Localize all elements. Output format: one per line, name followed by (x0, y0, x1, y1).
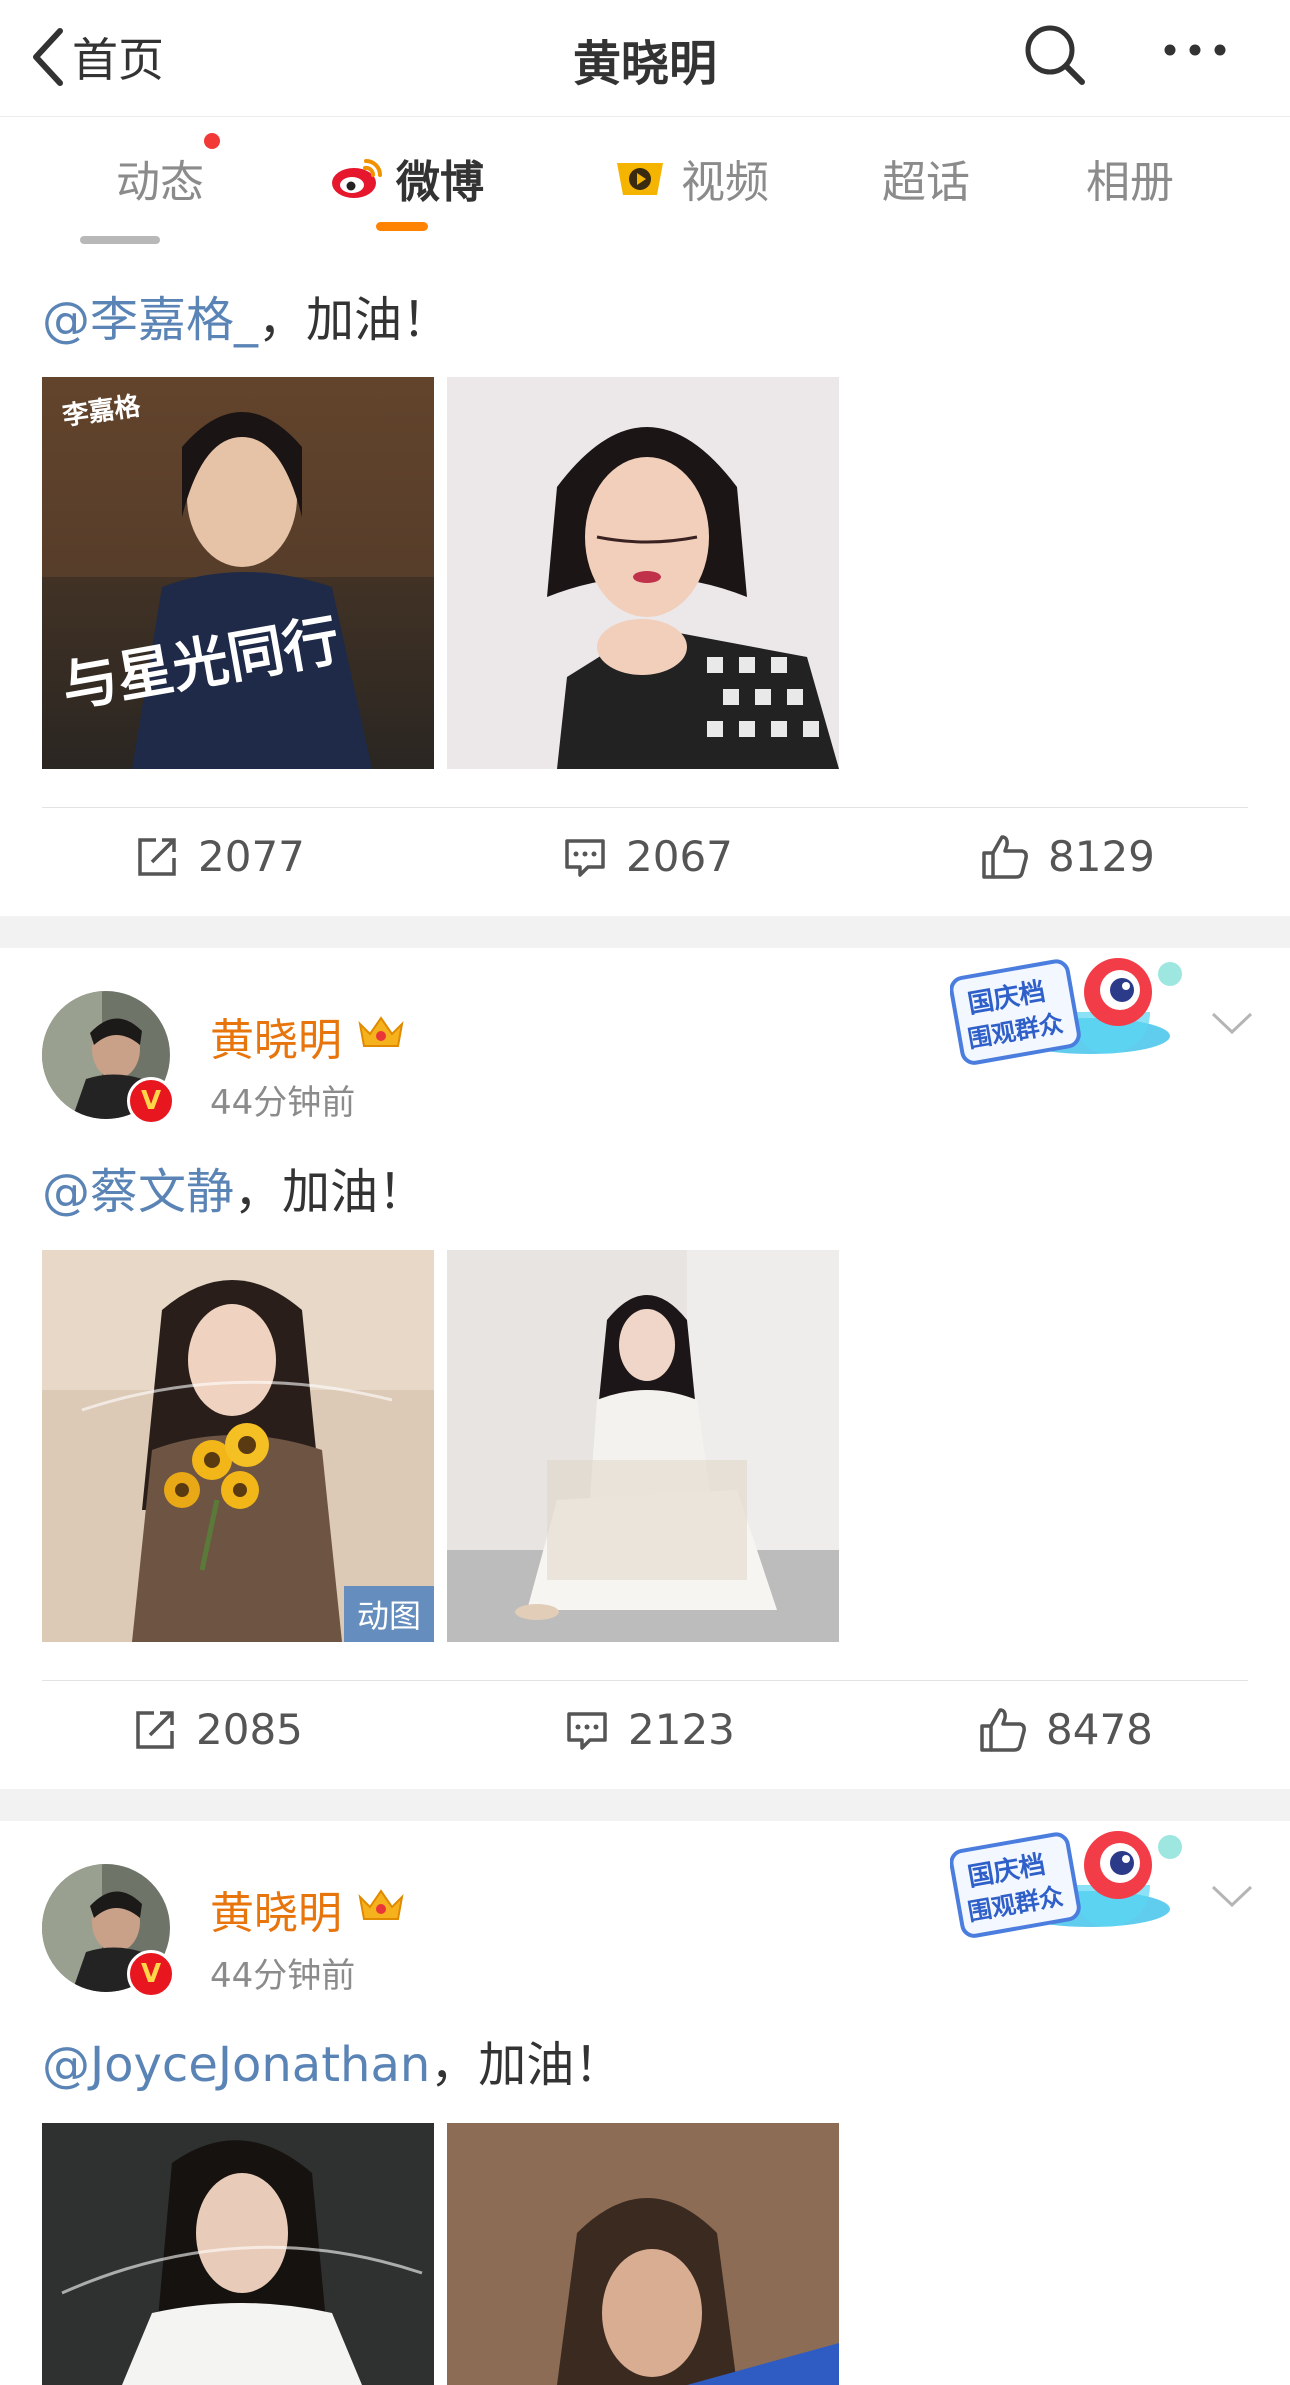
post-image[interactable]: 动图 (42, 1250, 434, 1642)
mention-link[interactable]: @李嘉格_ (42, 292, 258, 348)
avatar-edge (80, 236, 160, 244)
repost-count: 2077 (198, 832, 305, 881)
tab-label: 动态 (116, 157, 204, 208)
crown-icon (358, 1889, 404, 1920)
tab-super-topic[interactable]: 超话 (846, 117, 1006, 239)
tab-dynamic[interactable]: 动态 (80, 117, 240, 239)
repost-button[interactable]: 2077 (134, 832, 305, 881)
mention-link[interactable]: @蔡文静 (42, 1164, 234, 1220)
back-button[interactable]: 首页 (30, 22, 164, 92)
thumbs-up-icon (982, 834, 1028, 879)
post-image[interactable] (447, 1250, 839, 1642)
post-image[interactable]: 李嘉格 与星光同行 (42, 377, 434, 769)
more-icon (1164, 44, 1226, 56)
comment-icon (567, 1711, 607, 1750)
gif-badge: 动图 (344, 1586, 434, 1642)
post-text-content: ，加油！ (234, 1164, 427, 1220)
repost-count: 2085 (196, 1705, 303, 1754)
verified-badge: V (127, 1950, 175, 1998)
active-tab-indicator (376, 222, 428, 231)
comment-button[interactable]: 2067 (562, 832, 733, 881)
like-count: 8478 (1046, 1705, 1153, 1754)
tab-weibo[interactable]: 微博 (316, 117, 496, 239)
chevron-left-icon (33, 28, 63, 86)
chevron-down-icon[interactable] (1209, 1881, 1255, 1911)
post-text-content: ，加油！ (430, 2037, 623, 2093)
tab-label: 超话 (882, 157, 970, 208)
chevron-down-icon[interactable] (1209, 1008, 1255, 1038)
post-text: @JoyceJonathan，加油！ (42, 2025, 622, 2095)
like-button[interactable]: 8129 (980, 832, 1155, 881)
feed-gap (0, 916, 1290, 948)
verified-badge: V (127, 1077, 175, 1125)
notification-dot (204, 133, 220, 149)
back-label: 首页 (72, 33, 164, 87)
top-navigation-bar: 首页 黄晓明 (0, 0, 1290, 117)
post-text: @李嘉格_，加油！ (42, 280, 450, 350)
video-icon (617, 163, 663, 195)
repost-icon (136, 1710, 174, 1749)
username[interactable]: 黄晓明 (210, 1877, 342, 1941)
post-image[interactable] (447, 2123, 839, 2385)
username[interactable]: 黄晓明 (210, 1004, 342, 1068)
tab-label: 相册 (1086, 157, 1174, 208)
repost-button[interactable]: 2085 (132, 1705, 303, 1754)
comment-count: 2067 (626, 832, 733, 881)
mention-link[interactable]: @JoyceJonathan (42, 2037, 430, 2093)
post-image[interactable] (447, 377, 839, 769)
like-count: 8129 (1048, 832, 1155, 881)
weibo-icon (332, 159, 382, 198)
festival-sticker[interactable]: 国庆档 围观群众 (949, 1825, 1200, 1945)
comment-count: 2123 (628, 1705, 735, 1754)
divider (42, 1680, 1248, 1681)
tab-label: 微博 (396, 157, 484, 208)
comment-button[interactable]: 2123 (564, 1705, 735, 1754)
post-text-content: ，加油！ (258, 292, 451, 348)
divider (42, 807, 1248, 808)
post-time: 44分钟前 (210, 1083, 356, 1123)
tab-album[interactable]: 相册 (1050, 117, 1210, 239)
like-button[interactable]: 8478 (978, 1705, 1153, 1754)
post-time: 44分钟前 (210, 1956, 356, 1996)
post-text: @蔡文静，加油！ (42, 1152, 426, 1222)
comment-icon (565, 838, 605, 877)
tab-label: 视频 (681, 157, 769, 208)
page-title: 黄晓明 (572, 36, 717, 92)
more-button[interactable] (1160, 20, 1230, 90)
festival-sticker[interactable]: 国庆档 围观群众 (949, 952, 1200, 1072)
repost-icon (138, 837, 176, 876)
post-image[interactable] (42, 2123, 434, 2385)
thumbs-up-icon (980, 1707, 1026, 1752)
tab-video[interactable]: 视频 (600, 117, 780, 239)
crown-icon (358, 1016, 404, 1047)
profile-tabs: 动态 微博 视频 超话 相册 (0, 117, 1290, 239)
search-button[interactable] (1020, 20, 1090, 90)
search-icon (1025, 25, 1085, 85)
feed-gap (0, 1789, 1290, 1821)
